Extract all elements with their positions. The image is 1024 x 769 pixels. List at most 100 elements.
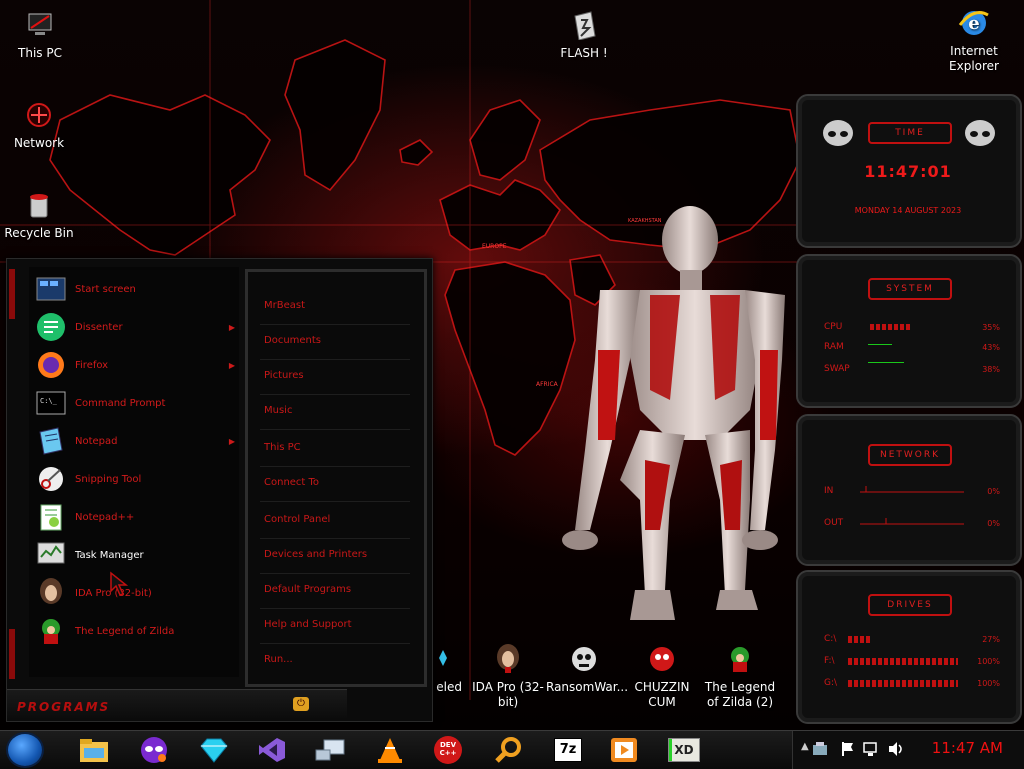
desktop-icon-recycle-bin[interactable]: Recycle Bin bbox=[1, 188, 77, 241]
drive-g-meter bbox=[848, 680, 958, 687]
start-menu-item-label: Command Prompt bbox=[75, 397, 166, 409]
taskbar-file-explorer[interactable] bbox=[76, 734, 112, 766]
taskbar-gem[interactable] bbox=[196, 734, 232, 766]
alien-head-icon bbox=[965, 120, 995, 146]
taskbar-vlc[interactable] bbox=[372, 734, 408, 766]
cpu-value: 35% bbox=[982, 323, 1000, 332]
action-center-flag-icon[interactable] bbox=[841, 741, 855, 757]
show-hidden-icons-chevron-icon[interactable]: ▲ bbox=[801, 741, 809, 752]
search-magnifier-icon bbox=[495, 737, 521, 763]
place-item-mrbeast[interactable]: MrBeast bbox=[264, 300, 305, 311]
place-item-this-pc[interactable]: This PC bbox=[264, 442, 301, 453]
start-menu-item-label: Notepad++ bbox=[75, 511, 135, 523]
start-menu-item-zilda[interactable]: The Legend of Zilda bbox=[35, 613, 235, 649]
start-menu-item-label: The Legend of Zilda bbox=[75, 625, 175, 637]
drive-c-label: C:\ bbox=[824, 634, 837, 644]
notepad-icon bbox=[35, 425, 67, 457]
separator bbox=[260, 538, 410, 539]
start-screen-icon bbox=[35, 273, 67, 305]
desktop-icon-label: Network bbox=[13, 136, 65, 150]
place-item-run[interactable]: Run... bbox=[264, 654, 293, 665]
taskbar-visual-studio[interactable] bbox=[254, 734, 290, 766]
system-gadget: SYSTEM CPU 35% RAM 43% SWAP 38% bbox=[796, 254, 1022, 408]
mouse-cursor-icon bbox=[110, 571, 129, 596]
start-menu-item-ida-pro[interactable]: IDA Pro (32-bit) bbox=[35, 575, 235, 611]
separator bbox=[260, 608, 410, 609]
robot-figure-graphic bbox=[562, 206, 785, 620]
taskbar-network-tool[interactable] bbox=[312, 734, 348, 766]
alien-head-icon bbox=[823, 120, 853, 146]
this-pc-icon bbox=[23, 8, 57, 42]
desktop-icon-zilda[interactable]: The Legend of Zilda (2) bbox=[702, 642, 778, 710]
separator bbox=[260, 359, 410, 360]
ida-pro-icon bbox=[35, 577, 67, 609]
desktop-icon-label: Internet Explorer bbox=[949, 44, 999, 73]
dissenter-icon bbox=[35, 311, 67, 343]
start-button[interactable] bbox=[8, 734, 42, 766]
taskbar-search[interactable] bbox=[490, 734, 526, 766]
devcpp-label: DEV C++ bbox=[439, 741, 457, 757]
place-item-pictures[interactable]: Pictures bbox=[264, 370, 304, 381]
tor-mask-icon bbox=[141, 737, 167, 763]
start-menu: Start screen Dissenter ▶ Firefox ▶ C:\_ … bbox=[6, 258, 433, 722]
network-status-icon[interactable] bbox=[863, 741, 881, 757]
cpu-meter bbox=[870, 324, 910, 330]
desktop-icon-flash[interactable]: FLASH ! bbox=[546, 8, 622, 61]
taskbar-devcpp[interactable]: DEV C++ bbox=[430, 734, 466, 766]
desktop-icon-this-pc[interactable]: This PC bbox=[2, 8, 78, 61]
start-menu-item-command-prompt[interactable]: C:\_ Command Prompt bbox=[35, 385, 235, 421]
place-item-control-panel[interactable]: Control Panel bbox=[264, 514, 330, 525]
network-tool-icon bbox=[315, 739, 345, 761]
taskbar-xd[interactable]: XD bbox=[666, 734, 702, 766]
drive-c-value: 27% bbox=[982, 635, 1000, 644]
taskbar-tor-mask[interactable] bbox=[136, 734, 172, 766]
taskbar-seven-zip[interactable]: 7z bbox=[550, 734, 586, 766]
place-item-music[interactable]: Music bbox=[264, 405, 292, 416]
start-menu-item-start-screen[interactable]: Start screen bbox=[35, 271, 235, 307]
place-item-default-programs[interactable]: Default Programs bbox=[264, 584, 351, 595]
desktop-icon-ransomware[interactable]: RansomWar... bbox=[546, 642, 628, 695]
notepad-plus-plus-icon bbox=[35, 501, 67, 533]
start-menu-item-dissenter[interactable]: Dissenter ▶ bbox=[35, 309, 235, 345]
place-item-documents[interactable]: Documents bbox=[264, 335, 321, 346]
separator bbox=[260, 573, 410, 574]
separator bbox=[260, 466, 410, 467]
network-out-label: OUT bbox=[824, 518, 844, 528]
task-manager-icon bbox=[35, 539, 67, 571]
taskbar-clock[interactable]: 11:47 AM bbox=[932, 739, 1003, 757]
system-gadget-title: SYSTEM bbox=[868, 278, 952, 300]
desktop-icon-label: FLASH ! bbox=[560, 46, 608, 60]
drive-c-meter bbox=[848, 636, 872, 643]
separator bbox=[260, 501, 410, 502]
gadget-date: MONDAY 14 AUGUST 2023 bbox=[854, 206, 962, 215]
place-item-connect-to[interactable]: Connect To bbox=[264, 477, 319, 488]
place-item-devices-and-printers[interactable]: Devices and Printers bbox=[264, 549, 367, 560]
start-menu-places-list: MrBeast Documents Pictures Music This PC… bbox=[245, 269, 427, 687]
drive-f-meter bbox=[848, 658, 958, 665]
power-button[interactable]: ⏻ bbox=[293, 697, 309, 711]
desktop-icon-network[interactable]: Network bbox=[1, 98, 77, 151]
taskbar-media-player[interactable] bbox=[606, 734, 642, 766]
start-menu-item-notepad[interactable]: Notepad ▶ bbox=[35, 423, 235, 459]
zilda-icon bbox=[723, 642, 757, 676]
ida-pro-icon bbox=[491, 642, 525, 676]
start-menu-item-task-manager[interactable]: Task Manager bbox=[35, 537, 235, 573]
start-menu-item-snipping-tool[interactable]: Snipping Tool bbox=[35, 461, 235, 497]
place-item-help-and-support[interactable]: Help and Support bbox=[264, 619, 352, 630]
start-menu-item-notepad-plus-plus[interactable]: Notepad++ bbox=[35, 499, 235, 535]
submenu-arrow-icon: ▶ bbox=[228, 436, 235, 446]
separator bbox=[260, 643, 410, 644]
desktop-icon-ida-pro[interactable]: IDA Pro (32-bit) bbox=[470, 642, 546, 710]
desktop-icon-label: The Legend of Zilda (2) bbox=[704, 680, 776, 709]
volume-icon[interactable] bbox=[887, 741, 905, 757]
swap-meter bbox=[868, 362, 904, 363]
desktop-icon-chuzzin[interactable]: CHUZZIN CUM bbox=[624, 642, 700, 710]
swap-label: SWAP bbox=[824, 364, 850, 374]
desktop-icon-internet-explorer[interactable]: e Internet Explorer bbox=[936, 6, 1012, 74]
tray-app-icon[interactable] bbox=[811, 741, 829, 757]
zilda-icon bbox=[35, 615, 67, 647]
firefox-icon bbox=[35, 349, 67, 381]
start-menu-item-firefox[interactable]: Firefox ▶ bbox=[35, 347, 235, 383]
separator bbox=[260, 324, 410, 325]
network-graph bbox=[860, 486, 964, 525]
